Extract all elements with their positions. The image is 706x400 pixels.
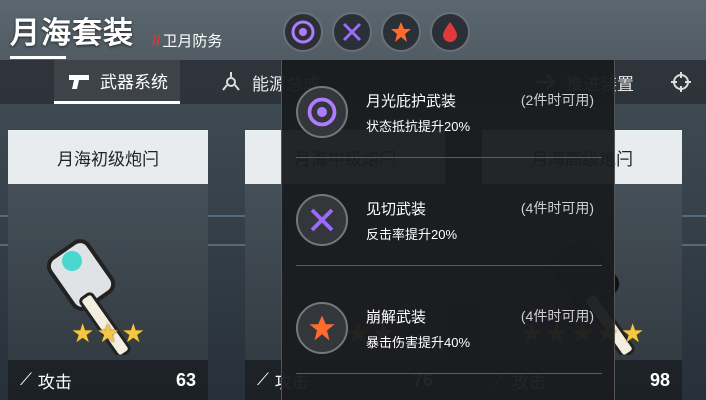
set-bonus-requirement: (4件时可用) <box>520 200 594 216</box>
tab-targeting[interactable] <box>656 60 706 104</box>
set-bonus-item: 崩解武装 (4件时可用) 暴击伤害提升40% <box>282 286 616 374</box>
card-title: 月海初级炮闩 <box>8 130 208 184</box>
set-badges <box>283 12 470 52</box>
sword-icon: ⟋ <box>20 370 32 389</box>
star-icon: ★ <box>71 318 95 348</box>
page-title: 月海套装 <box>10 17 134 50</box>
crosshair-icon <box>668 69 694 95</box>
set-bonus-popup: 月光庇护武装 (2件时可用) 状态抵抗提升20% 见切武装 (4件时可用) 反击… <box>281 60 615 400</box>
rarity-stars: ★ ★ ★ <box>8 318 208 349</box>
blood-drop-icon[interactable] <box>430 12 470 52</box>
sword-icon: ⟋ <box>257 370 269 389</box>
set-bonus-description: 反击率提升20% <box>366 227 458 242</box>
set-bonus-requirement: (4件时可用) <box>520 308 594 324</box>
set-bonus-item: 见切武装 (4件时可用) 反击率提升20% <box>282 178 616 266</box>
star-burst-icon[interactable] <box>381 12 421 52</box>
set-bonus-description: 状态抵抗提升20% <box>366 119 471 134</box>
stat-label-text: 攻击 <box>37 372 72 392</box>
moon-shield-icon[interactable] <box>283 12 323 52</box>
stat-value: 63 <box>175 369 196 390</box>
divider <box>296 157 602 158</box>
moon-shield-icon <box>296 86 348 138</box>
page-subtitle: //卫月防务 <box>152 33 223 50</box>
gun-icon <box>66 68 92 94</box>
energy-core-icon <box>218 69 244 95</box>
divider <box>296 265 602 266</box>
set-bonus-name: 崩解武装 <box>366 309 427 326</box>
set-bonus-name: 月光庇护武装 <box>366 93 457 110</box>
star-burst-icon <box>296 302 348 354</box>
cross-blades-icon[interactable] <box>332 12 372 52</box>
stat-value: 98 <box>649 369 670 390</box>
set-bonus-name: 见切武装 <box>366 201 427 218</box>
star-icon: ★ <box>96 318 120 348</box>
stat-row: ⟋ 攻击 63 <box>8 360 208 400</box>
tab-weapon-system[interactable]: 武器系统 <box>54 60 180 104</box>
cross-blades-icon <box>296 194 348 246</box>
star-icon: ★ <box>121 318 145 348</box>
set-bonus-requirement: (2件时可用) <box>520 92 594 108</box>
header: 月海套装 //卫月防务 <box>0 0 706 62</box>
divider <box>296 373 602 374</box>
subtitle-text: 卫月防务 <box>162 33 223 50</box>
set-bonus-description: 暴击伤害提升40% <box>366 335 471 350</box>
set-bonus-item: 月光庇护武装 (2件时可用) 状态抵抗提升20% <box>282 70 616 158</box>
title-underline <box>10 56 66 59</box>
star-icon: ★ <box>620 318 645 348</box>
stat-label: ⟋ 攻击 <box>20 368 176 393</box>
tab-label: 武器系统 <box>100 73 168 92</box>
